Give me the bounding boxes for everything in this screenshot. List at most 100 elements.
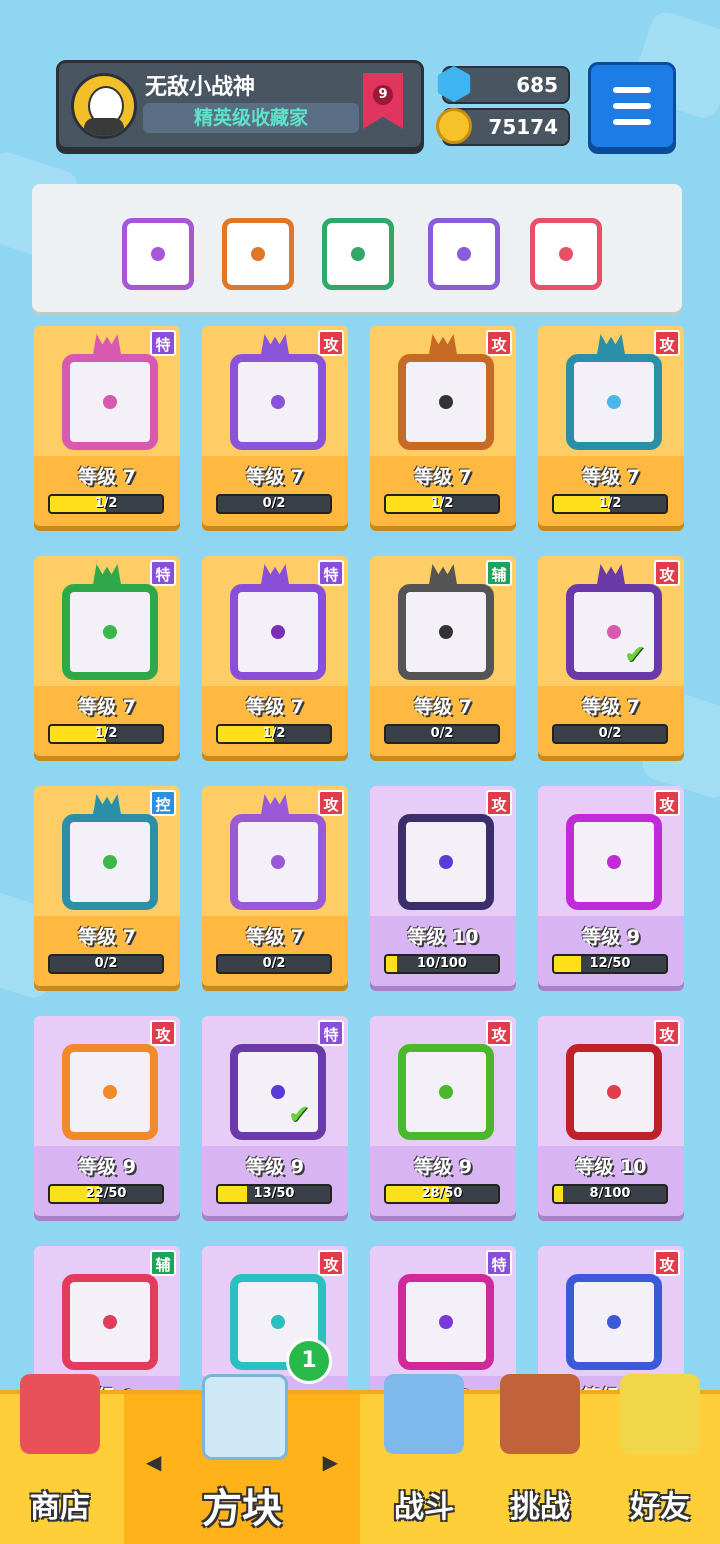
combo-dice-icon bbox=[566, 584, 662, 680]
crack-dice-icon[interactable] bbox=[428, 218, 500, 290]
coin-icon bbox=[436, 108, 472, 144]
arrow-dice-icon bbox=[398, 1274, 494, 1370]
dice-card[interactable]: 攻等级 7 0/2 bbox=[202, 786, 348, 986]
dice-card[interactable]: ✔ 攻等级 7 0/2 bbox=[538, 556, 684, 756]
dice-pip bbox=[439, 625, 453, 639]
vortex-dice-icon bbox=[566, 354, 662, 450]
infinity-dice-icon[interactable] bbox=[222, 218, 294, 290]
dice-card[interactable]: 攻等级 10 8/100 bbox=[538, 1016, 684, 1216]
progress-text: 1/2 bbox=[430, 496, 454, 511]
dragon-crown-icon bbox=[428, 334, 458, 360]
nav-challenge[interactable]: 挑战 bbox=[480, 1374, 600, 1544]
combo-dice-icon[interactable] bbox=[122, 218, 194, 290]
dice-type-tag: 攻 bbox=[150, 1020, 176, 1046]
dice-type-tag: 攻 bbox=[654, 1020, 680, 1046]
dice-level: 等级 7 bbox=[246, 696, 304, 718]
dice-level: 等级 7 bbox=[246, 926, 304, 948]
dice-pip bbox=[271, 395, 285, 409]
dice-level: 等级 7 bbox=[414, 696, 472, 718]
dice-type-tag: 辅 bbox=[150, 1250, 176, 1276]
dice-level: 等级 9 bbox=[78, 1156, 136, 1178]
progress-text: 0/2 bbox=[94, 956, 118, 971]
upgrade-progress-bar: 1/2 bbox=[48, 494, 164, 514]
dice-type-tag: 特 bbox=[318, 560, 344, 586]
dice-type-tag: 攻 bbox=[318, 1250, 344, 1276]
dice-card[interactable]: 攻等级 9 28/50 bbox=[370, 1016, 516, 1216]
progress-text: 0/2 bbox=[262, 956, 286, 971]
progress-text: 1/2 bbox=[94, 496, 118, 511]
dice-pip bbox=[457, 247, 471, 261]
dice-level: 等级 7 bbox=[582, 696, 640, 718]
rank-ribbon-icon: 9 bbox=[363, 73, 403, 129]
dice-pip bbox=[271, 1315, 285, 1329]
dragon-crown-icon bbox=[92, 334, 122, 360]
dragon-crown-icon bbox=[92, 794, 122, 820]
dice-type-tag: 攻 bbox=[486, 1020, 512, 1046]
gun-dice-icon bbox=[398, 354, 494, 450]
nav-dice-label: 方块 bbox=[202, 1486, 282, 1532]
dice-card[interactable]: 攻等级 10 10/100 bbox=[370, 786, 516, 986]
dice-pip bbox=[607, 1315, 621, 1329]
dice-type-tag: 攻 bbox=[654, 790, 680, 816]
dice-card[interactable]: ✔ 特等级 9 13/50 bbox=[202, 1016, 348, 1216]
timer-dice-icon bbox=[398, 584, 494, 680]
dice-card[interactable]: 特等级 7 1/2 bbox=[34, 326, 180, 526]
dice-pip bbox=[607, 1085, 621, 1099]
upgrade-progress-bar: 0/2 bbox=[384, 724, 500, 744]
upgrade-progress-bar: 0/2 bbox=[216, 494, 332, 514]
dice-type-tag: 攻 bbox=[318, 790, 344, 816]
avatar[interactable] bbox=[71, 73, 137, 139]
lightning-dice-icon bbox=[566, 1044, 662, 1140]
gem-counter[interactable]: 685 bbox=[437, 66, 570, 104]
dice-type-tag: 辅 bbox=[486, 560, 512, 586]
equipped-check-icon: ✔ bbox=[288, 1100, 310, 1130]
progress-text: 12/50 bbox=[589, 956, 631, 971]
rainbow-dice-icon[interactable] bbox=[530, 218, 602, 290]
dice-pip bbox=[271, 855, 285, 869]
friends-icon bbox=[620, 1374, 700, 1454]
coin-counter[interactable]: 75174 bbox=[436, 108, 570, 146]
dice-pip bbox=[607, 855, 621, 869]
dice-card[interactable]: 攻等级 7 0/2 bbox=[202, 326, 348, 526]
dice-level: 等级 7 bbox=[78, 466, 136, 488]
dice-card[interactable]: 特等级 7 1/2 bbox=[202, 556, 348, 756]
dice-card[interactable]: 辅等级 7 0/2 bbox=[370, 556, 516, 756]
dice-pip bbox=[351, 247, 365, 261]
profile-panel[interactable]: 无敌小战神 精英级收藏家 9 bbox=[56, 60, 424, 150]
progress-text: 10/100 bbox=[417, 956, 467, 971]
scythe-dice-icon bbox=[398, 814, 494, 910]
dice-card[interactable]: 攻等级 7 1/2 bbox=[370, 326, 516, 526]
nav-friends[interactable]: 好友 bbox=[600, 1374, 720, 1544]
pentagram-dice-icon[interactable] bbox=[322, 218, 394, 290]
heal-dice-icon bbox=[62, 1274, 158, 1370]
next-arrow-icon[interactable]: ▶ bbox=[323, 1450, 338, 1474]
dice-type-tag: 特 bbox=[318, 1020, 344, 1046]
dice-pip bbox=[271, 1085, 285, 1099]
prev-arrow-icon[interactable]: ◀ bbox=[146, 1450, 161, 1474]
nav-shop[interactable]: 商店 bbox=[0, 1374, 120, 1544]
wave-dice-icon bbox=[62, 814, 158, 910]
dice-type-tag: 特 bbox=[486, 1250, 512, 1276]
dice-pip bbox=[439, 855, 453, 869]
dice-card[interactable]: 攻等级 9 22/50 bbox=[34, 1016, 180, 1216]
upgrade-progress-bar: 0/2 bbox=[216, 954, 332, 974]
menu-button[interactable] bbox=[588, 62, 676, 150]
dragon-crown-icon bbox=[92, 564, 122, 590]
dice-card[interactable]: 控等级 7 0/2 bbox=[34, 786, 180, 986]
orbit-dice-icon bbox=[230, 354, 326, 450]
gear-dice-icon bbox=[566, 1274, 662, 1370]
dice-level: 等级 9 bbox=[582, 926, 640, 948]
nav-dice[interactable]: ◀ ▶ 方块 bbox=[124, 1374, 360, 1544]
dice-level: 等级 9 bbox=[414, 1156, 472, 1178]
dragon-crown-icon bbox=[260, 564, 290, 590]
rainbow-dice-icon bbox=[230, 1044, 326, 1140]
dice-card[interactable]: 攻等级 9 12/50 bbox=[538, 786, 684, 986]
nav-battle[interactable]: 战斗 bbox=[364, 1374, 484, 1544]
dice-level: 等级 7 bbox=[246, 466, 304, 488]
upgrade-progress-bar: 28/50 bbox=[384, 1184, 500, 1204]
nav-shop-label: 商店 bbox=[30, 1490, 90, 1525]
equipped-check-icon: ✔ bbox=[624, 640, 646, 670]
dice-card[interactable]: 特等级 7 1/2 bbox=[34, 556, 180, 756]
dice-card[interactable]: 攻等级 7 1/2 bbox=[538, 326, 684, 526]
progress-text: 28/50 bbox=[421, 1186, 463, 1201]
